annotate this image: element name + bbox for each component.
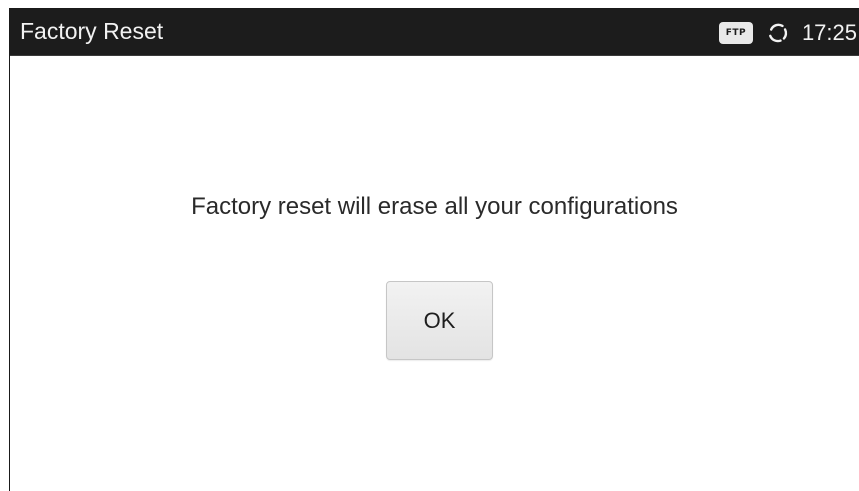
frame-left-edge [9, 8, 10, 491]
status-area: FTP 17:25 [718, 9, 857, 56]
page-title: Factory Reset [20, 18, 164, 44]
title-bar: Factory Reset FTP 17:25 [10, 9, 859, 56]
ftp-icon: FTP [718, 21, 753, 44]
status-clock: 17:25 [801, 19, 857, 45]
reset-warning-message: Factory reset will erase all your config… [191, 193, 678, 220]
factory-reset-screen: Factory Reset FTP 17:25 Factory reset wi… [0, 0, 859, 491]
ftp-badge-label: FTP [725, 27, 747, 38]
ok-button[interactable]: OK [386, 281, 493, 360]
sync-icon [769, 23, 788, 42]
